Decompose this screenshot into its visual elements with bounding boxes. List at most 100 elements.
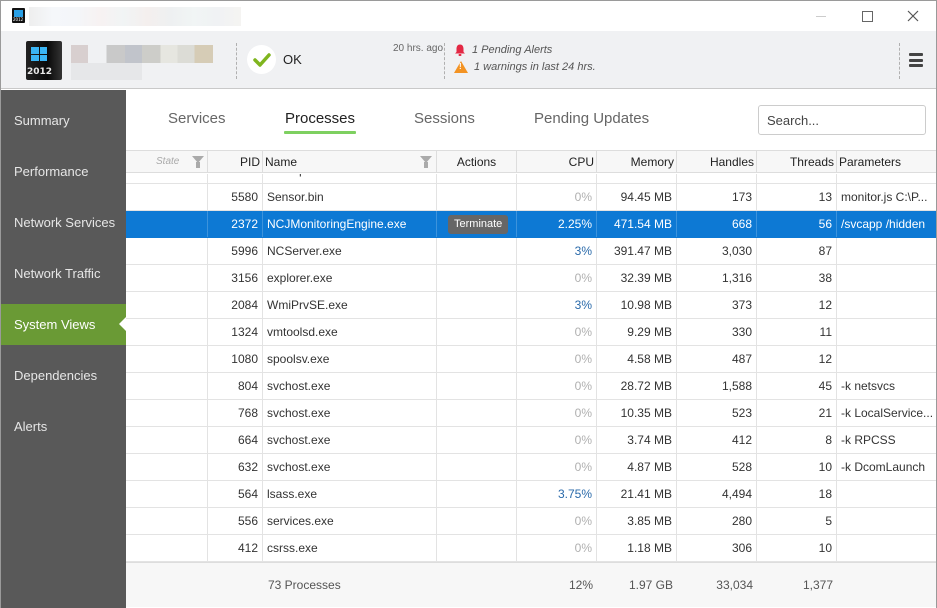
handles-cell: 173 xyxy=(677,184,757,210)
warnings-link[interactable]: 1 warnings in last 24 hrs. xyxy=(454,61,596,73)
table-row[interactable]: 664 svchost.exe 0% 3.74 MB 412 8 -k RPCSS xyxy=(126,427,936,454)
memory-cell: 3.85 MB xyxy=(597,508,677,534)
state-cell xyxy=(126,481,208,507)
tab-pending-updates[interactable]: Pending Updates xyxy=(534,110,649,127)
table-row[interactable]: 5996 NCServer.exe 3% 391.47 MB 3,030 87 xyxy=(126,238,936,265)
memory-cell: 3.74 MB xyxy=(597,427,677,453)
handles-cell-text: 4,494 xyxy=(721,487,752,501)
table-row[interactable]: 564 lsass.exe 3.75% 21.41 MB 4,494 18 xyxy=(126,481,936,508)
pid-cell-text: 1324 xyxy=(231,325,258,339)
column-header-handles[interactable]: Handles xyxy=(677,151,757,173)
parameters-cell xyxy=(837,346,936,372)
tab-services[interactable]: Services xyxy=(168,110,226,127)
filter-icon[interactable] xyxy=(192,156,204,168)
tab-sessions[interactable]: Sessions xyxy=(414,110,475,127)
name-cell: svchost.exe xyxy=(263,454,437,480)
threads-cell: 11 xyxy=(757,319,837,345)
threads-cell: 12 xyxy=(757,292,837,318)
status-indicator xyxy=(247,45,276,74)
parameters-cell: /svcapp /hidden xyxy=(837,211,936,237)
tab-processes[interactable]: Processes xyxy=(285,110,355,127)
table-row[interactable]: 2372 NCJMonitoringEngine.exe Terminate 2.25… xyxy=(126,211,936,238)
cpu-cell: 0% xyxy=(517,508,597,534)
filter-icon[interactable] xyxy=(420,156,432,168)
total-threads: 1,377 xyxy=(802,578,833,592)
close-button[interactable] xyxy=(890,1,936,31)
maximize-button[interactable] xyxy=(844,1,890,31)
name-cell: svchost.exe xyxy=(263,373,437,399)
minimize-button[interactable] xyxy=(798,1,844,31)
state-cell xyxy=(126,319,208,345)
table-row[interactable]: 2364 WmiApSrv.exe 0% 1.55 MB 207 7 xyxy=(126,174,936,184)
state-cell xyxy=(126,535,208,561)
column-header-cpu[interactable]: CPU xyxy=(517,151,597,173)
name-cell-text: WmiApSrv.exe xyxy=(267,174,345,177)
name-cell: services.exe xyxy=(263,508,437,534)
device-header: 2012 OK 20 hrs. ago 1 Pending Alerts 1 w… xyxy=(1,31,936,89)
title-bar[interactable]: 2012 xyxy=(1,1,936,31)
parameters-cell xyxy=(837,319,936,345)
threads-cell-text: 8 xyxy=(825,433,832,447)
name-cell: spoolsv.exe xyxy=(263,346,437,372)
maximize-icon xyxy=(861,10,873,22)
table-row[interactable]: 768 svchost.exe 0% 10.35 MB 523 21 -k LocalSer… xyxy=(126,400,936,427)
column-header-pid[interactable]: PID xyxy=(208,151,263,173)
column-header-threads[interactable]: Threads xyxy=(757,151,837,173)
state-cell xyxy=(126,174,208,183)
sidebar-item-summary[interactable]: Summary xyxy=(1,100,126,141)
sidebar-item-network-traffic[interactable]: Network Traffic xyxy=(1,253,126,294)
threads-cell: 12 xyxy=(757,346,837,372)
search-input[interactable] xyxy=(758,105,926,135)
main-panel: Services Processes Sessions Pending Upda… xyxy=(126,90,936,608)
hamburger-menu-button[interactable] xyxy=(909,53,923,67)
close-icon xyxy=(907,10,919,22)
cpu-cell: 3.75% xyxy=(517,481,597,507)
handles-cell-text: 487 xyxy=(731,352,752,366)
table-row[interactable]: 632 svchost.exe 0% 4.87 MB 528 10 -k DcomLaunc… xyxy=(126,454,936,481)
memory-cell-text: 1.55 MB xyxy=(627,174,672,177)
process-table-body[interactable]: 2364 WmiApSrv.exe 0% 1.55 MB 207 7 5580 Sensor.… xyxy=(126,174,936,562)
cpu-cell: 0% xyxy=(517,174,597,183)
pending-alerts-link[interactable]: 1 Pending Alerts xyxy=(454,44,552,56)
table-row[interactable]: 2084 WmiPrvSE.exe 3% 10.98 MB 373 12 xyxy=(126,292,936,319)
cpu-cell-text: 0% xyxy=(574,460,592,474)
sidebar-item-alerts[interactable]: Alerts xyxy=(1,406,126,447)
table-row[interactable]: 412 csrss.exe 0% 1.18 MB 306 10 xyxy=(126,535,936,562)
actions-cell xyxy=(437,454,517,480)
threads-cell: 87 xyxy=(757,238,837,264)
column-header-memory[interactable]: Memory xyxy=(597,151,677,173)
table-row[interactable]: 1324 vmtoolsd.exe 0% 9.29 MB 330 11 xyxy=(126,319,936,346)
cpu-cell: 3% xyxy=(517,292,597,318)
name-cell: csrss.exe xyxy=(263,535,437,561)
table-row[interactable]: 1080 spoolsv.exe 0% 4.58 MB 487 12 xyxy=(126,346,936,373)
memory-cell: 28.72 MB xyxy=(597,373,677,399)
handles-cell: 412 xyxy=(677,427,757,453)
handles-cell: 668 xyxy=(677,211,757,237)
state-cell xyxy=(126,427,208,453)
threads-cell: 8 xyxy=(757,427,837,453)
pid-cell: 412 xyxy=(208,535,263,561)
cpu-cell: 3% xyxy=(517,238,597,264)
terminate-button[interactable]: Terminate xyxy=(448,215,509,234)
column-header-state[interactable]: State xyxy=(126,151,208,173)
warning-icon xyxy=(454,61,468,73)
sidebar-item-system-views[interactable]: System Views xyxy=(1,304,126,345)
sidebar-item-performance[interactable]: Performance xyxy=(1,151,126,192)
state-cell xyxy=(126,238,208,264)
name-cell: NCJMonitoringEngine.exe xyxy=(263,211,437,237)
pid-cell: 2364 xyxy=(208,174,263,183)
bell-icon xyxy=(455,44,465,56)
table-row[interactable]: 5580 Sensor.bin 0% 94.45 MB 173 13 monitor.js … xyxy=(126,184,936,211)
parameters-cell: monitor.js C:\P... xyxy=(837,184,936,210)
column-header-parameters[interactable]: Parameters xyxy=(837,151,936,173)
table-row[interactable]: 3156 explorer.exe 0% 32.39 MB 1,316 38 xyxy=(126,265,936,292)
table-row[interactable]: 556 services.exe 0% 3.85 MB 280 5 xyxy=(126,508,936,535)
pid-cell: 556 xyxy=(208,508,263,534)
check-icon xyxy=(252,52,271,67)
parameters-cell: -k RPCSS xyxy=(837,427,936,453)
sidebar-item-dependencies[interactable]: Dependencies xyxy=(1,355,126,396)
column-header-name[interactable]: Name xyxy=(263,151,437,173)
handles-cell: 1,316 xyxy=(677,265,757,291)
sidebar-item-network-services[interactable]: Network Services xyxy=(1,202,126,243)
table-row[interactable]: 804 svchost.exe 0% 28.72 MB 1,588 45 -k netsvc… xyxy=(126,373,936,400)
